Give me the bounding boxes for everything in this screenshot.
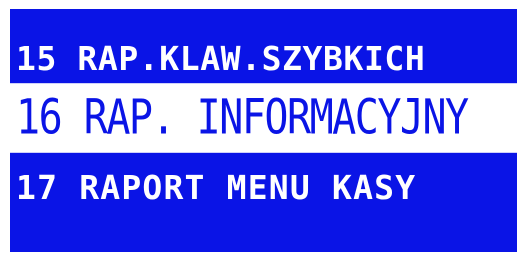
menu-item-register-menu-report[interactable]: 17 RAPORT MENU KASY bbox=[10, 160, 517, 214]
menu-item-keyboard-shortcuts-report[interactable]: 15 RAP.KLAW.SZYBKICH bbox=[10, 31, 517, 85]
lcd-menu-screen: 15 RAP.KLAW.SZYBKICH 16 RAP. INFORMACYJN… bbox=[10, 9, 517, 252]
menu-item-information-report-selected[interactable]: 16 RAP. INFORMACYJNY bbox=[10, 83, 517, 153]
